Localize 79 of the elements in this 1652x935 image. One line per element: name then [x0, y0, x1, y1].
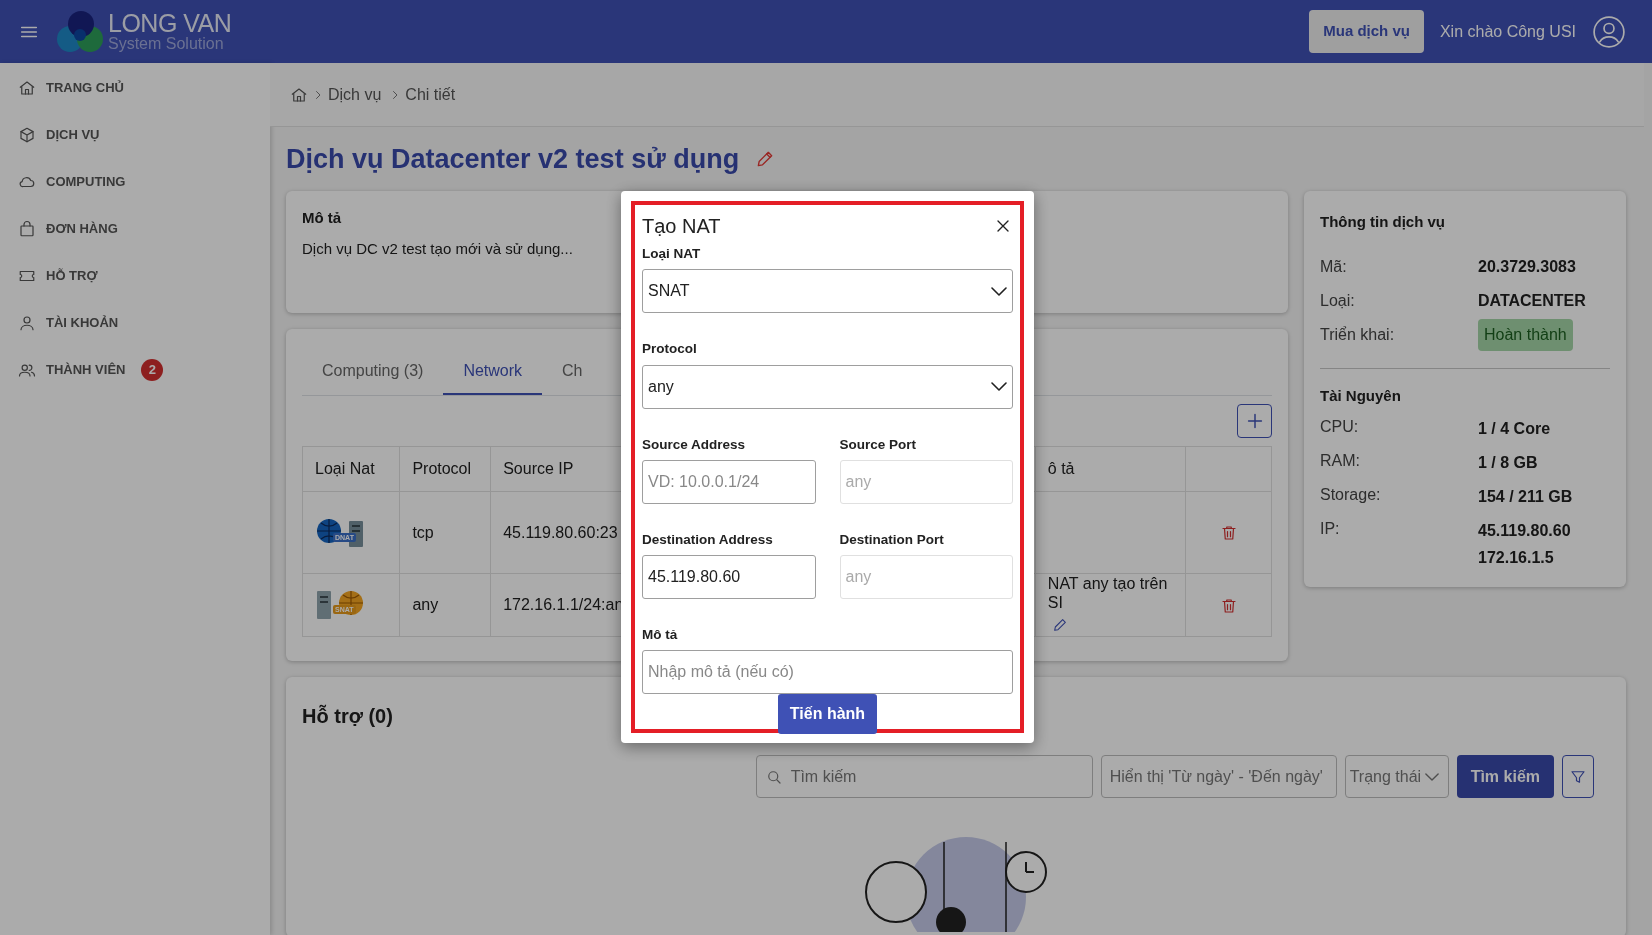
- trash-icon[interactable]: [1219, 596, 1238, 615]
- sidebar-item[interactable]: COMPUTING: [0, 158, 270, 205]
- table-cell: NAT any tạo trên SI: [1047, 574, 1168, 613]
- table-cell: 45.119.80.60:23: [503, 523, 618, 541]
- column-header: Source IP: [503, 460, 574, 477]
- status-badge: Hoàn thành: [1478, 318, 1573, 351]
- card-title: Mô tả: [302, 208, 342, 228]
- count-badge: 2: [141, 358, 164, 381]
- description-text: Dịch vụ DC v2 test tạo mới và sử dụng...: [302, 238, 573, 259]
- buy-service-button[interactable]: Mua dịch vụ: [1309, 10, 1424, 53]
- info-label: RAM:: [1320, 451, 1361, 471]
- info-value: 154 / 211 GB: [1478, 487, 1573, 507]
- breadcrumb-link[interactable]: Dịch vụ: [328, 82, 382, 107]
- card-title: Thông tin dịch vụ: [1320, 212, 1446, 232]
- tab[interactable]: Computing (3): [302, 349, 444, 395]
- field-label: Protocol: [642, 340, 698, 359]
- info-label: Mã:: [1320, 256, 1348, 277]
- info-label: Storage:: [1320, 485, 1382, 505]
- brand-tagline: System Solution: [108, 36, 225, 52]
- chevron-down-icon: [1425, 772, 1440, 781]
- field-label: Destination Address: [642, 530, 774, 549]
- chevron-down-icon: [991, 382, 1007, 391]
- info-value: DATACENTER: [1478, 290, 1586, 311]
- column-header: Loại Nat: [315, 460, 375, 477]
- search-button[interactable]: Tìm kiếm: [1456, 755, 1554, 798]
- table-cell: 172.16.1.1/24:an: [503, 596, 624, 614]
- info-value: 45.119.80.60: [1478, 521, 1571, 541]
- sidebar-item[interactable]: THÀNH VIÊN 2: [0, 346, 270, 393]
- page-title: Dịch vụ Datacenter v2 test sử dụng: [286, 142, 740, 176]
- field-label: Source Port: [839, 435, 918, 454]
- input-field[interactable]: VD: 10.0.0.1/24: [642, 459, 816, 504]
- info-value: 1 / 8 GB: [1478, 453, 1538, 473]
- date-range-field[interactable]: Hiển thị 'Từ ngày' - 'Đến ngày': [1100, 755, 1337, 798]
- info-value: 172.16.1.5: [1478, 548, 1555, 568]
- info-value: 1 / 4 Core: [1478, 419, 1551, 439]
- info-label: CPU:: [1320, 417, 1360, 437]
- sidebar-item[interactable]: DỊCH VỤ: [0, 111, 270, 158]
- table-cell: any: [412, 596, 439, 614]
- tab[interactable]: Network: [443, 349, 543, 395]
- trash-icon[interactable]: [1219, 524, 1238, 543]
- info-label: Loại:: [1320, 290, 1356, 311]
- sidebar-item[interactable]: TÀI KHOẢN: [0, 299, 270, 346]
- search-field[interactable]: Tìm kiếm: [755, 755, 1093, 798]
- input-field: any: [839, 555, 1013, 599]
- field-label: Source Address: [642, 435, 747, 454]
- field-label: Loại NAT: [642, 245, 702, 263]
- sidebar-item[interactable]: TRANG CHỦ: [0, 64, 270, 111]
- chevron-down-icon: [991, 286, 1007, 296]
- field-label: Destination Port: [839, 530, 945, 549]
- tab[interactable]: Ch: [542, 349, 603, 395]
- user-avatar-icon[interactable]: [1592, 14, 1626, 49]
- dialog-title: Tạo NAT: [642, 214, 721, 238]
- info-label: IP:: [1320, 519, 1341, 539]
- breadcrumb-link[interactable]: Chi tiết: [405, 82, 456, 107]
- info-label: Triển khai:: [1320, 324, 1396, 345]
- cube-icon: [18, 125, 36, 144]
- card-title: Hỗ trợ (0): [302, 703, 393, 729]
- input-field[interactable]: 45.119.80.60: [642, 555, 816, 599]
- shopping-bag-icon: [18, 219, 36, 238]
- select-field[interactable]: any: [642, 364, 1013, 409]
- input-field[interactable]: Nhập mô tả (nếu có): [642, 650, 1013, 695]
- table-cell: tcp: [412, 523, 434, 541]
- greeting-text: Xin chào Công USI: [1439, 21, 1576, 42]
- field-label: Mô tả: [642, 626, 679, 644]
- info-value: 20.3729.3083: [1478, 256, 1576, 277]
- select-field[interactable]: SNAT: [642, 269, 1013, 314]
- status-select[interactable]: Trạng thái: [1344, 755, 1449, 798]
- submit-button[interactable]: Tiến hành: [777, 694, 878, 735]
- add-button[interactable]: [1237, 404, 1272, 438]
- user-icon: [18, 313, 36, 332]
- filter-button[interactable]: [1562, 755, 1594, 798]
- pencil-icon[interactable]: [1051, 617, 1068, 634]
- sidebar-item[interactable]: HỖ TRỢ: [0, 252, 270, 299]
- sidebar-item[interactable]: ĐƠN HÀNG: [0, 205, 270, 252]
- brand-name: LONG VAN: [108, 11, 232, 36]
- input-field: any: [839, 459, 1013, 504]
- section-title: Tài Nguyên: [1320, 385, 1402, 406]
- column-header: Protocol: [412, 460, 472, 477]
- column-header: ô tả: [1047, 460, 1075, 477]
